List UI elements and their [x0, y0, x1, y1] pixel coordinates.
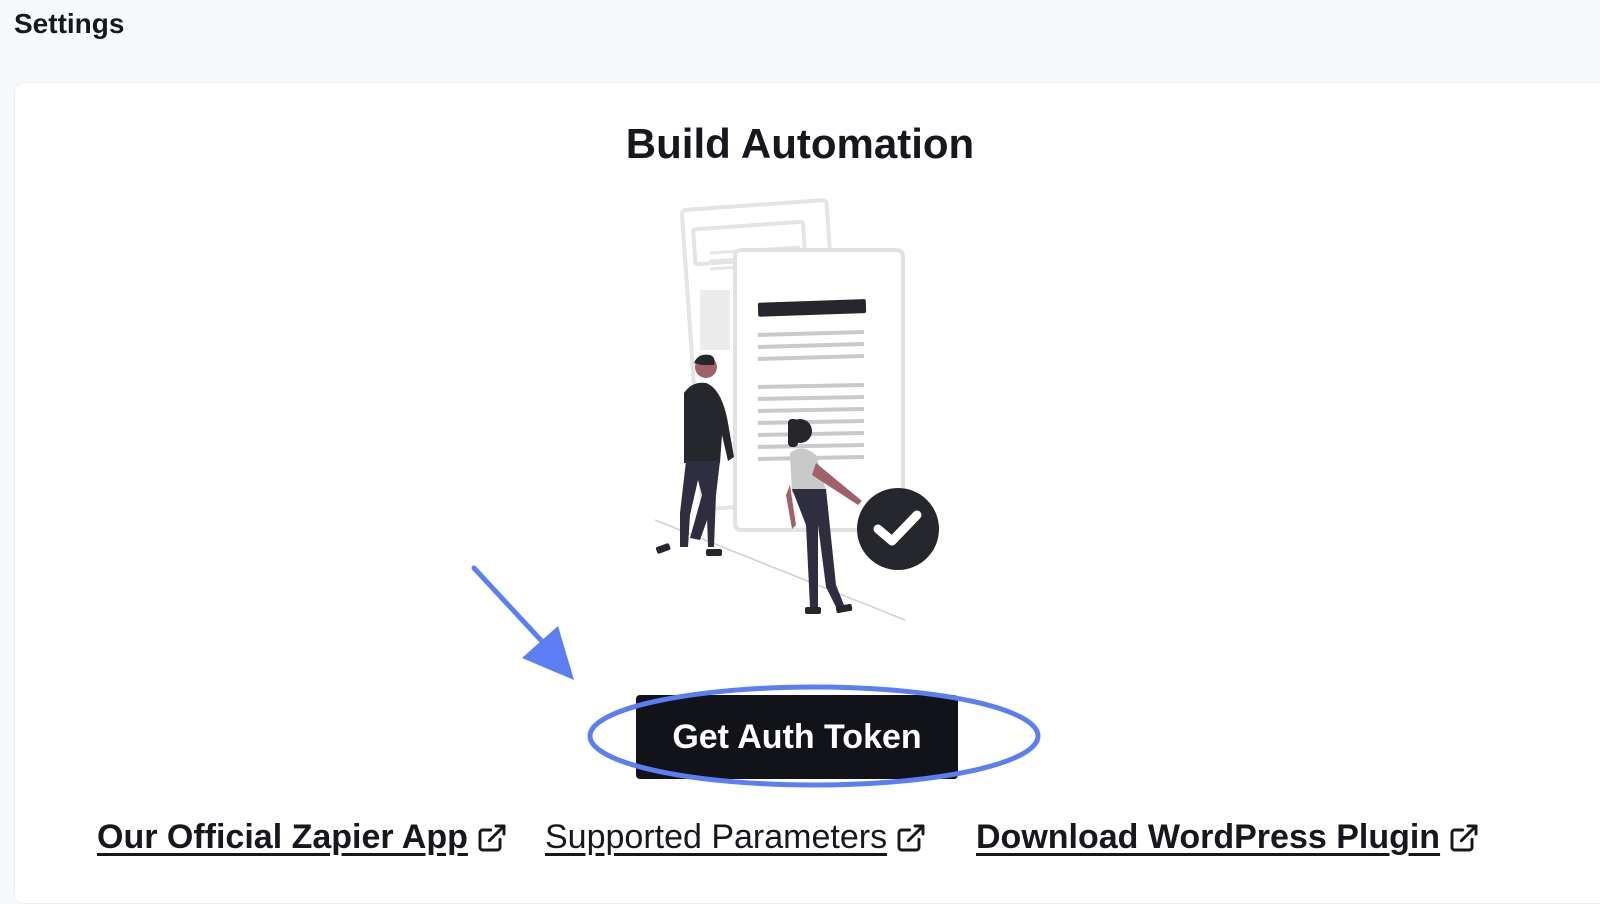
page-title: Settings [14, 8, 125, 39]
zapier-app-link-label: Our Official Zapier App [97, 818, 468, 856]
automation-illustration [654, 198, 939, 621]
external-link-icon [897, 824, 925, 851]
download-wordpress-plugin-link[interactable]: Download WordPress Plugin [976, 818, 1480, 857]
supported-parameters-link-label: Supported Parameters [545, 818, 888, 856]
card-title: Build Automation [625, 120, 975, 167]
external-link-icon [478, 824, 506, 851]
supported-parameters-link[interactable]: Supported Parameters [545, 818, 927, 857]
zapier-app-link[interactable]: Our Official Zapier App [97, 818, 508, 857]
download-wordpress-plugin-link-label: Download WordPress Plugin [976, 818, 1441, 856]
get-auth-token-button[interactable]: Get Auth Token [636, 695, 958, 779]
external-link-icon [1450, 824, 1478, 851]
annotation-arrow-icon [471, 565, 574, 680]
resource-links: Our Official Zapier App Supported Parame… [0, 818, 1600, 868]
